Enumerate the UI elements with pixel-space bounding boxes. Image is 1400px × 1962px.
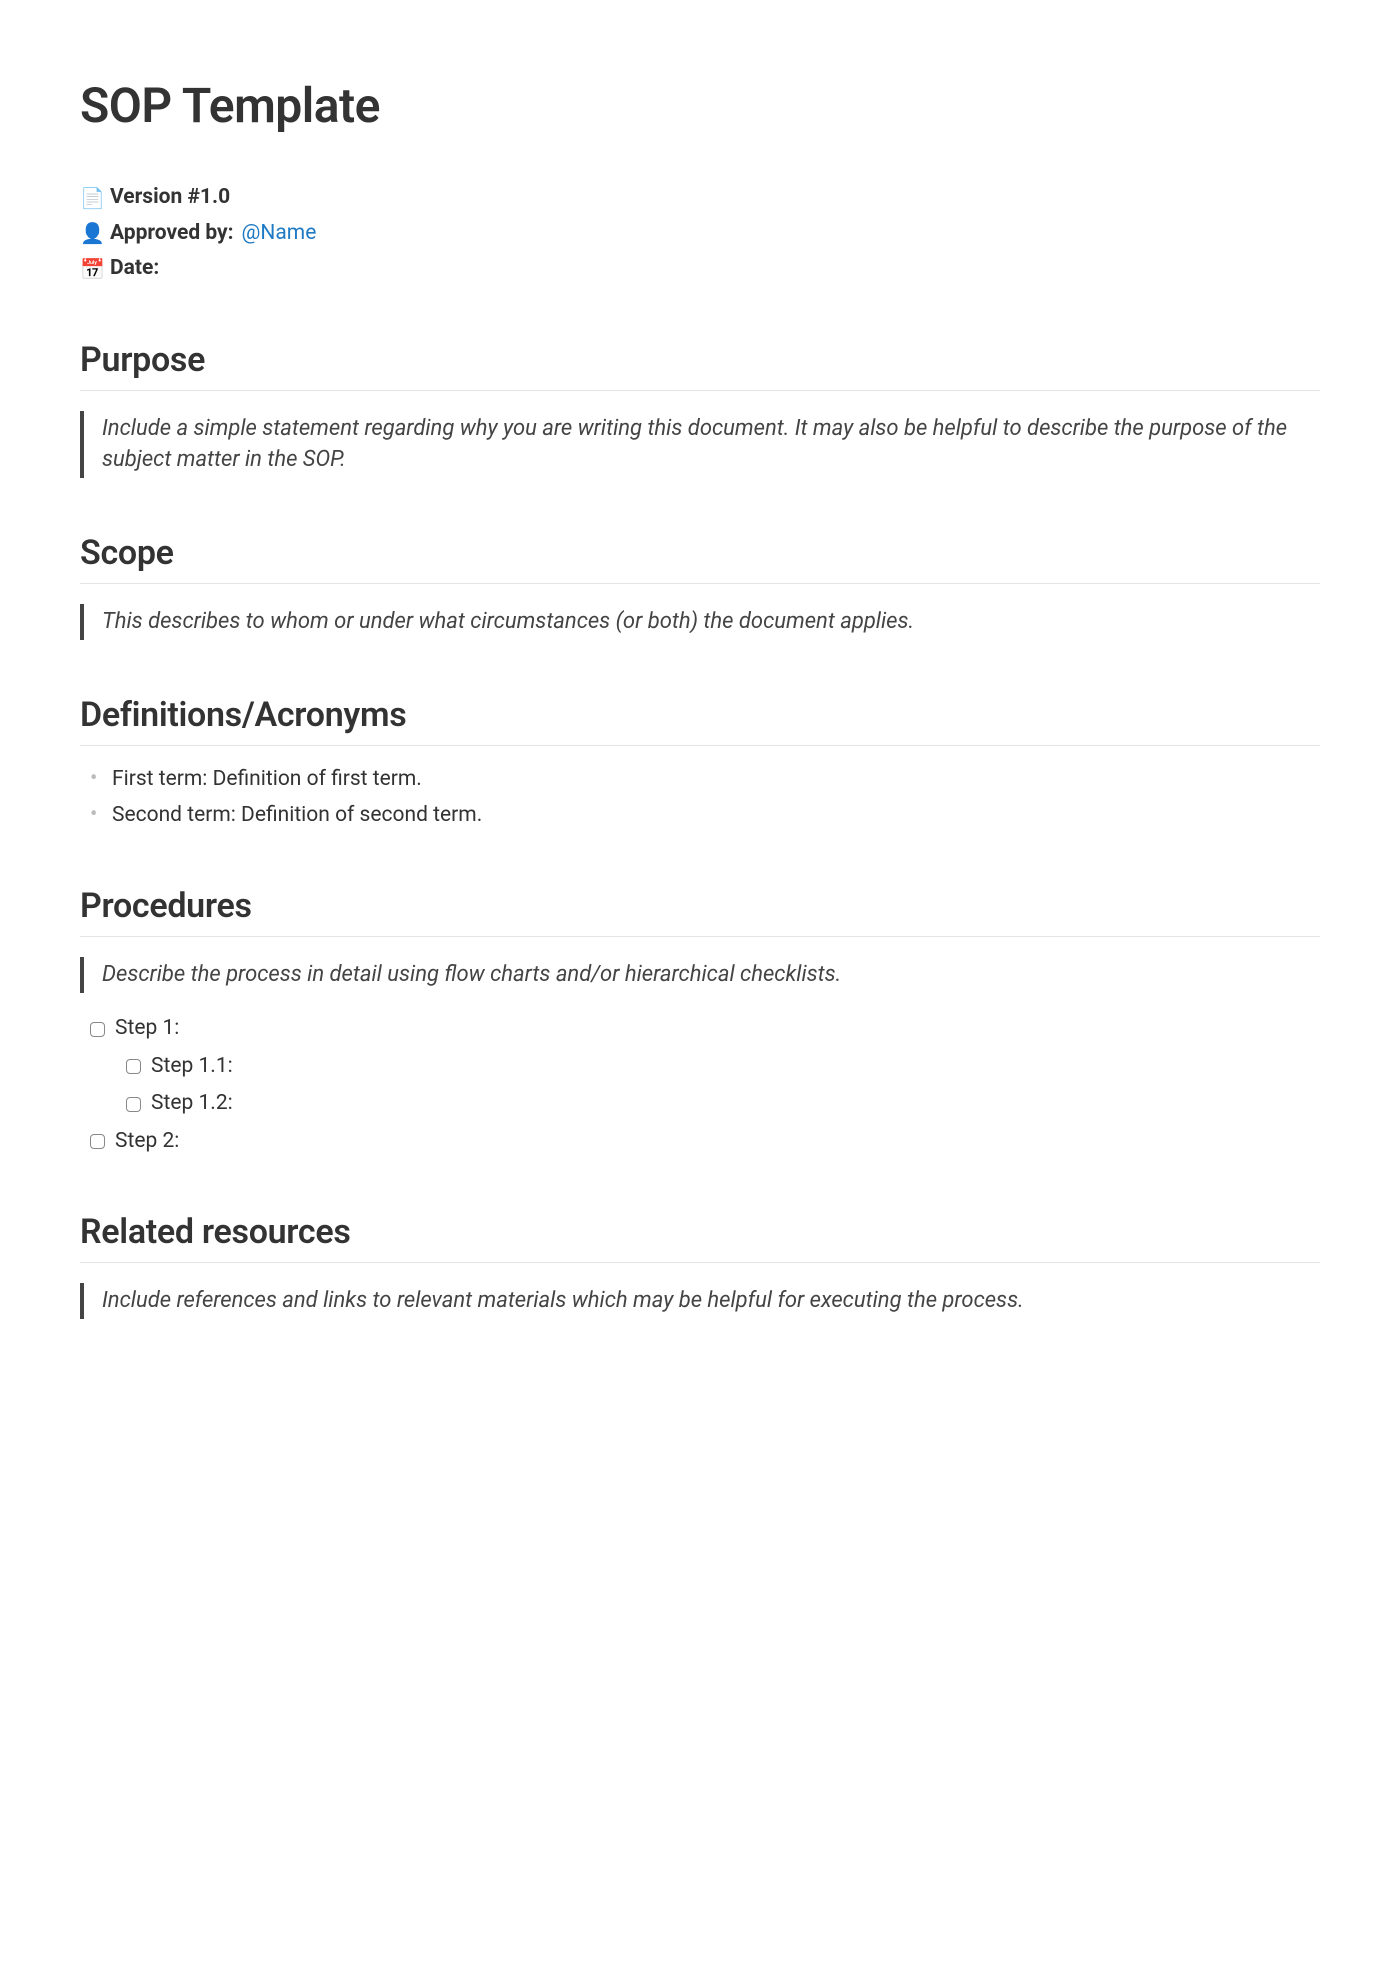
check-item: Step 1.2: — [126, 1088, 1320, 1120]
person-icon: 👤 — [80, 218, 102, 248]
procedure-checklist: Step 1: Step 1.1: Step 1.2: Step 2: — [80, 1013, 1320, 1157]
document-icon: 📄 — [80, 183, 102, 213]
version-label: Version #1.0 — [110, 182, 230, 214]
heading-definitions: Definitions/Acronyms — [80, 690, 1320, 746]
check-label: Step 1: — [115, 1013, 179, 1045]
meta-approved: 👤 Approved by: @Name — [80, 218, 1320, 250]
date-label: Date: — [110, 253, 159, 285]
approved-mention[interactable]: @Name — [242, 218, 317, 250]
callout-purpose: Include a simple statement regarding why… — [80, 411, 1320, 479]
check-item: Step 1.1: — [126, 1051, 1320, 1083]
checkbox-icon[interactable] — [126, 1059, 141, 1074]
callout-procedures: Describe the process in detail using flo… — [80, 957, 1320, 993]
check-label: Step 2: — [115, 1126, 179, 1158]
heading-purpose: Purpose — [80, 335, 1320, 391]
check-label: Step 1.2: — [151, 1088, 233, 1120]
list-item: First term: Definition of first term. — [108, 764, 1320, 796]
check-label: Step 1.1: — [151, 1051, 233, 1083]
checkbox-icon[interactable] — [90, 1134, 105, 1149]
meta-date: 📅 Date: — [80, 253, 1320, 285]
callout-scope: This describes to whom or under what cir… — [80, 604, 1320, 640]
check-item: Step 2: — [90, 1126, 1320, 1158]
callout-related: Include references and links to relevant… — [80, 1283, 1320, 1319]
approved-label: Approved by: — [110, 218, 234, 250]
list-item: Second term: Definition of second term. — [108, 800, 1320, 832]
meta-version: 📄 Version #1.0 — [80, 182, 1320, 214]
meta-block: 📄 Version #1.0 👤 Approved by: @Name 📅 Da… — [80, 182, 1320, 285]
procedure-sublist: Step 1.1: Step 1.2: — [90, 1051, 1320, 1120]
heading-scope: Scope — [80, 528, 1320, 584]
page-title: SOP Template — [80, 70, 1320, 142]
checkbox-icon[interactable] — [90, 1022, 105, 1037]
checkbox-icon[interactable] — [126, 1097, 141, 1112]
definitions-list: First term: Definition of first term. Se… — [80, 764, 1320, 831]
heading-procedures: Procedures — [80, 881, 1320, 937]
calendar-icon: 📅 — [80, 254, 102, 284]
heading-related: Related resources — [80, 1207, 1320, 1263]
check-item: Step 1: Step 1.1: Step 1.2: — [90, 1013, 1320, 1120]
